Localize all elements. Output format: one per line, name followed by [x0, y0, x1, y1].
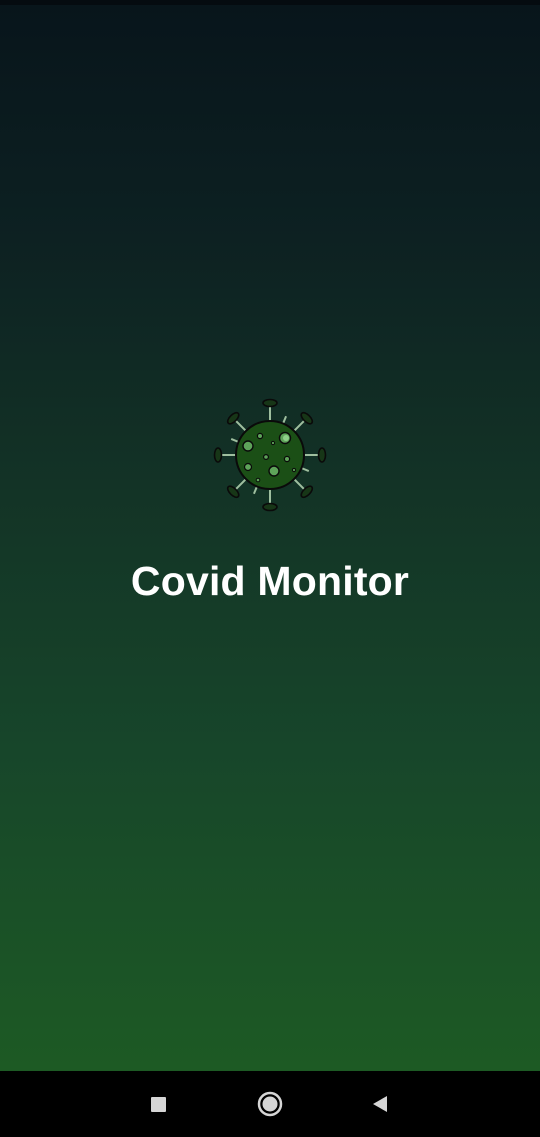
circle-icon — [257, 1091, 283, 1117]
app-title: Covid Monitor — [130, 558, 410, 604]
back-button[interactable] — [360, 1084, 400, 1124]
triangle-back-icon — [373, 1096, 387, 1112]
splash-background: Covid Monitor — [0, 5, 540, 1071]
home-button[interactable] — [250, 1084, 290, 1124]
square-icon — [150, 1096, 166, 1112]
recents-button[interactable] — [138, 1084, 178, 1124]
virus-icon — [213, 398, 327, 512]
navigation-bar — [0, 1071, 540, 1137]
splash-screen: Covid Monitor — [0, 0, 540, 1137]
